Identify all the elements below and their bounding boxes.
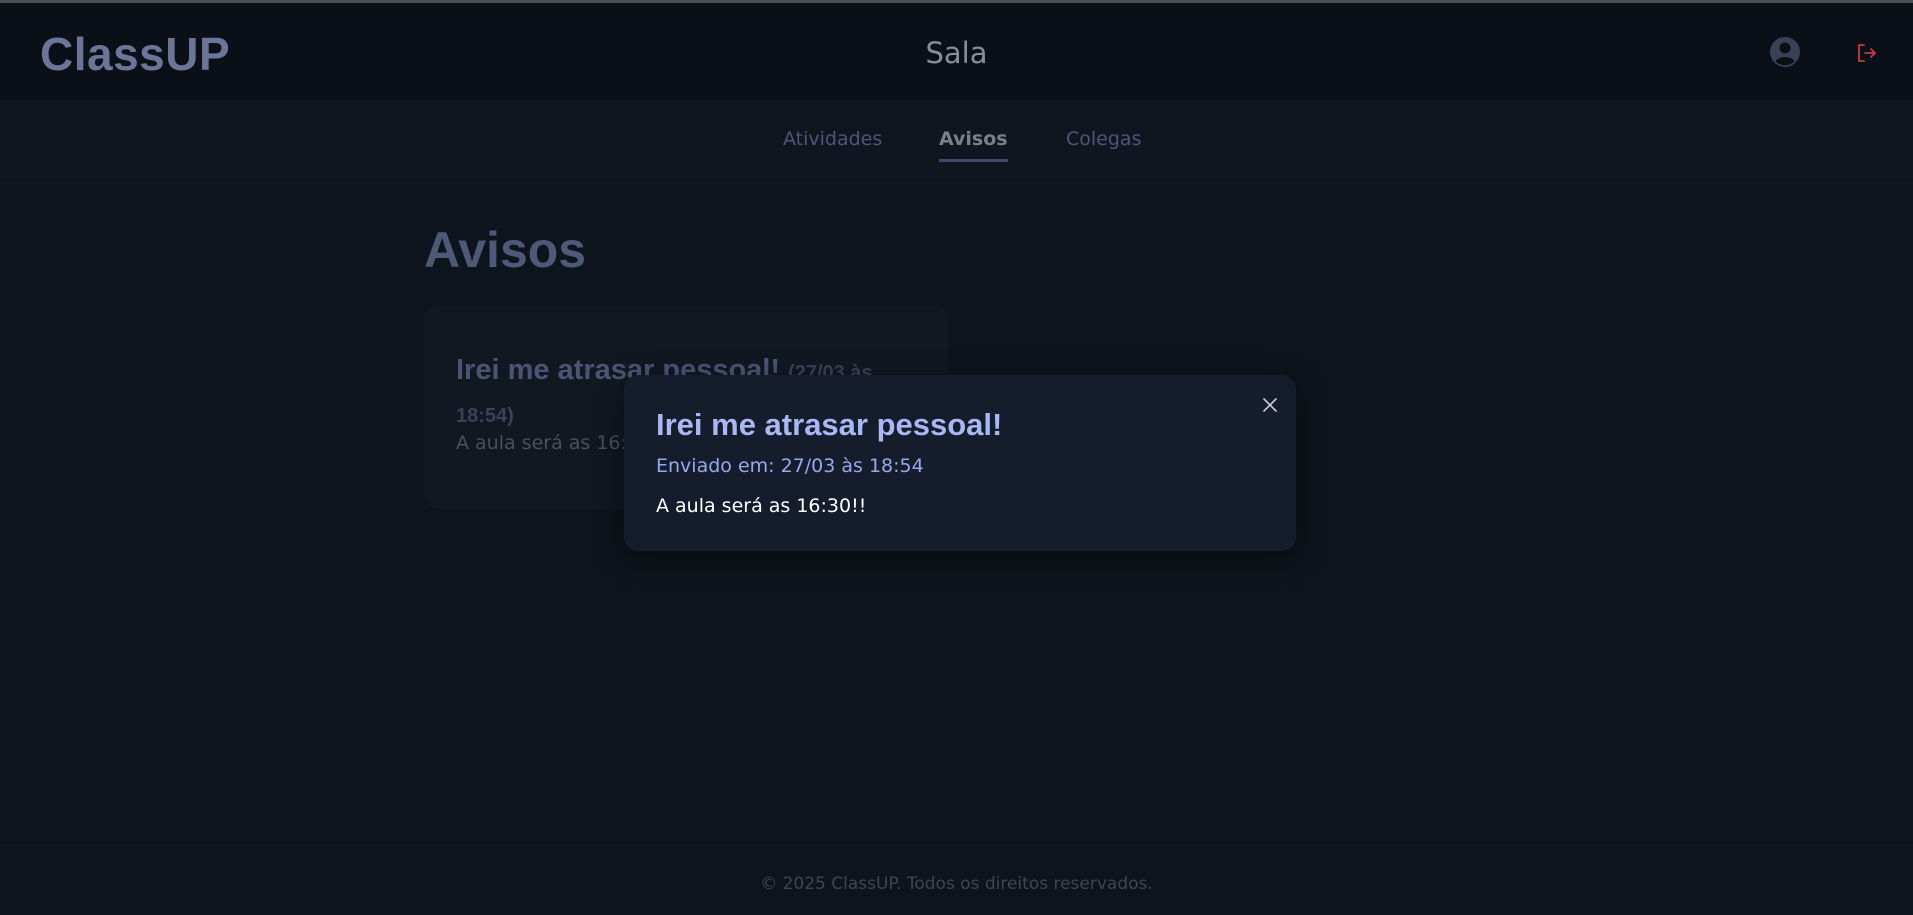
notice-modal: Irei me atrasar pessoal! Enviado em: 27/…: [624, 375, 1296, 551]
close-icon[interactable]: [1262, 397, 1278, 413]
app-header: ClassUP Sala: [0, 3, 1913, 100]
modal-title: Irei me atrasar pessoal!: [656, 407, 1003, 442]
tab-atividades[interactable]: Atividades: [783, 128, 882, 162]
modal-sent-date: Enviado em: 27/03 às 18:54: [656, 455, 924, 477]
page: ClassUP Sala Atividades Avisos Colegas A…: [0, 0, 1913, 915]
notice-body: A aula será as 16:30: [456, 432, 652, 454]
user-circle-icon[interactable]: [1769, 36, 1801, 68]
footer-text: © 2025 ClassUP. Todos os direitos reserv…: [760, 874, 1153, 894]
logout-icon[interactable]: [1855, 41, 1879, 65]
tab-avisos[interactable]: Avisos: [939, 128, 1008, 162]
modal-body: A aula será as 16:30!!: [656, 495, 867, 517]
section-title: Avisos: [424, 222, 587, 278]
tab-bar: Atividades Avisos Colegas: [0, 100, 1913, 184]
page-title: Sala: [925, 36, 988, 70]
tab-colegas[interactable]: Colegas: [1066, 128, 1141, 162]
footer: © 2025 ClassUP. Todos os direitos reserv…: [0, 845, 1913, 915]
